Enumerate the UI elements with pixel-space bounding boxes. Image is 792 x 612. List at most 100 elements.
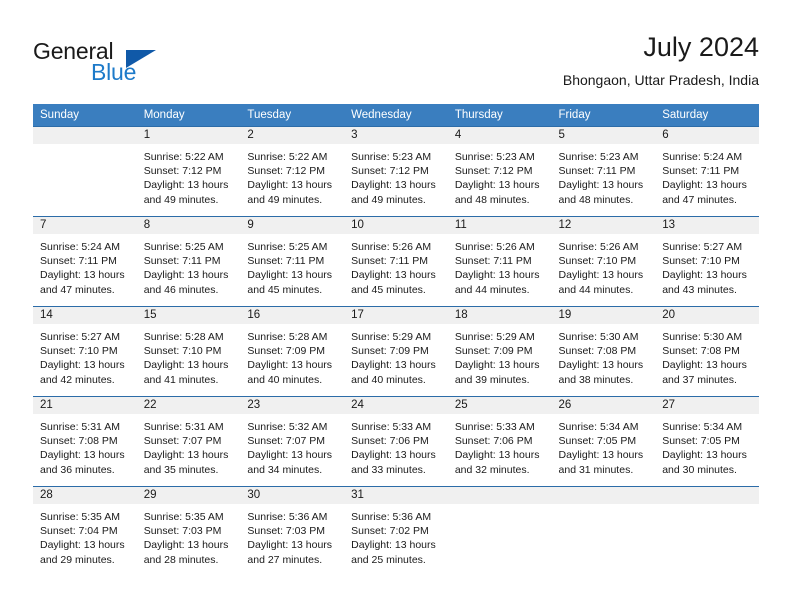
daylight-duration-line2: and 44 minutes. xyxy=(558,283,634,296)
calendar-day-cell[interactable]: 9 Sunrise: 5:25 AM Sunset: 7:11 PM Daylight… xyxy=(240,216,345,307)
day-cell-inner: 3 Sunrise: 5:23 AM Sunset: 7:12 PM Daylight… xyxy=(344,127,448,216)
logo-text-blue: Blue xyxy=(91,59,137,85)
daylight-duration-line1: Daylight: 13 hours xyxy=(662,359,747,372)
day-cell-inner: 30 Sunrise: 5:36 AM Sunset: 7:03 PM Dayligh… xyxy=(240,487,345,576)
weekday-header-saturday: Saturday xyxy=(655,104,759,127)
sunset-time: Sunset: 7:11 PM xyxy=(351,255,428,268)
calendar-day-cell[interactable]: 20 Sunrise: 5:30 AM Sunset: 7:08 PM Dayligh… xyxy=(655,306,759,397)
daylight-duration-line2: and 40 minutes. xyxy=(247,373,323,386)
calendar-day-cell[interactable]: 18 Sunrise: 5:29 AM Sunset: 7:09 PM Dayligh… xyxy=(447,306,552,397)
daylight-duration-line1: Daylight: 13 hours xyxy=(40,269,125,282)
day-number: 6 xyxy=(655,127,759,144)
sunrise-time: Sunrise: 5:27 AM xyxy=(662,241,743,253)
calendar-day-cell[interactable]: 5 Sunrise: 5:23 AM Sunset: 7:11 PM Daylight… xyxy=(551,126,656,217)
daylight-duration-line2: and 48 minutes. xyxy=(454,193,530,206)
weekday-header-friday: Friday xyxy=(551,104,656,127)
sunrise-time: Sunrise: 5:26 AM xyxy=(351,241,432,253)
calendar-day-cell[interactable]: 14 Sunrise: 5:27 AM Sunset: 7:10 PM Dayligh… xyxy=(33,306,137,397)
calendar-day-cell[interactable]: 17 Sunrise: 5:29 AM Sunset: 7:09 PM Dayligh… xyxy=(344,306,448,397)
daylight-duration-line2: and 32 minutes. xyxy=(454,463,530,476)
daylight-duration-line1: Daylight: 13 hours xyxy=(143,359,229,372)
calendar-day-cell[interactable]: 2 Sunrise: 5:22 AM Sunset: 7:12 PM Daylight… xyxy=(240,126,345,217)
day-number: 30 xyxy=(240,487,345,504)
calendar-day-cell[interactable]: 12 Sunrise: 5:26 AM Sunset: 7:10 PM Dayligh… xyxy=(551,216,656,307)
calendar-day-cell[interactable]: 7 Sunrise: 5:24 AM Sunset: 7:11 PM Daylight… xyxy=(33,216,137,307)
calendar-day-cell[interactable]: 6 Sunrise: 5:24 AM Sunset: 7:11 PM Daylight… xyxy=(655,126,759,217)
calendar-day-cell[interactable]: 1 Sunrise: 5:22 AM Sunset: 7:12 PM Daylight… xyxy=(136,126,241,217)
calendar-day-cell[interactable]: 22 Sunrise: 5:31 AM Sunset: 7:07 PM Dayligh… xyxy=(136,396,241,487)
sunset-time: Sunset: 7:06 PM xyxy=(351,435,429,448)
sunset-time: Sunset: 7:03 PM xyxy=(247,525,326,538)
calendar-day-cell[interactable]: 8 Sunrise: 5:25 AM Sunset: 7:11 PM Daylight… xyxy=(136,216,241,307)
sunrise-time: Sunrise: 5:30 AM xyxy=(662,331,743,343)
calendar-day-cell[interactable]: 11 Sunrise: 5:26 AM Sunset: 7:11 PM Dayligh… xyxy=(447,216,552,307)
calendar-day-cell[interactable]: 15 Sunrise: 5:28 AM Sunset: 7:10 PM Dayligh… xyxy=(136,306,241,397)
calendar-day-cell[interactable]: 3 Sunrise: 5:23 AM Sunset: 7:12 PM Daylight… xyxy=(344,126,448,217)
day-number: 27 xyxy=(655,397,759,414)
day-cell-inner: 29 Sunrise: 5:35 AM Sunset: 7:03 PM Dayligh… xyxy=(136,487,241,576)
calendar-week-row: 7 Sunrise: 5:24 AM Sunset: 7:11 PM Daylight… xyxy=(33,216,759,307)
calendar-day-cell[interactable]: 25 Sunrise: 5:33 AM Sunset: 7:06 PM Dayligh… xyxy=(447,396,552,487)
daylight-duration-line1: Daylight: 13 hours xyxy=(247,539,333,552)
sunset-time: Sunset: 7:10 PM xyxy=(558,255,637,268)
day-number: 16 xyxy=(240,307,345,324)
calendar-day-cell[interactable]: 24 Sunrise: 5:33 AM Sunset: 7:06 PM Dayligh… xyxy=(344,396,448,487)
day-cell-inner: 28 Sunrise: 5:35 AM Sunset: 7:04 PM Dayligh… xyxy=(33,487,137,576)
daylight-duration-line2: and 27 minutes. xyxy=(247,553,323,566)
day-details: Sunrise: 5:36 AM Sunset: 7:03 PM Daylight:… xyxy=(240,504,344,567)
sunrise-time: Sunrise: 5:24 AM xyxy=(662,151,743,163)
sunset-time: Sunset: 7:11 PM xyxy=(662,165,740,178)
day-details: Sunrise: 5:30 AM Sunset: 7:08 PM Daylight:… xyxy=(552,324,656,387)
page-title: July 2024 xyxy=(643,32,759,62)
sunset-time: Sunset: 7:11 PM xyxy=(247,255,325,268)
day-number: 26 xyxy=(551,397,656,414)
sunrise-time: Sunrise: 5:31 AM xyxy=(40,421,120,433)
daylight-duration-line2: and 36 minutes. xyxy=(40,463,115,476)
daylight-duration-line2: and 39 minutes. xyxy=(454,373,530,386)
calendar-day-cell[interactable]: 16 Sunrise: 5:28 AM Sunset: 7:09 PM Dayligh… xyxy=(240,306,345,397)
daylight-duration-line2: and 48 minutes. xyxy=(558,193,634,206)
sunrise-time: Sunrise: 5:26 AM xyxy=(454,241,535,253)
sunrise-time: Sunrise: 5:30 AM xyxy=(558,331,639,343)
calendar-day-cell[interactable]: 23 Sunrise: 5:32 AM Sunset: 7:07 PM Dayligh… xyxy=(240,396,345,487)
daylight-duration-line1: Daylight: 13 hours xyxy=(558,449,644,462)
daylight-duration-line1: Daylight: 13 hours xyxy=(454,179,540,192)
day-number: 7 xyxy=(33,217,137,234)
day-number: 19 xyxy=(551,307,656,324)
sunrise-time: Sunrise: 5:26 AM xyxy=(558,241,639,253)
day-cell-inner: 26 Sunrise: 5:34 AM Sunset: 7:05 PM Dayligh… xyxy=(551,397,656,486)
sunset-time: Sunset: 7:12 PM xyxy=(143,165,222,178)
calendar-day-cell[interactable]: 27 Sunrise: 5:34 AM Sunset: 7:05 PM Dayligh… xyxy=(655,396,759,487)
day-details: Sunrise: 5:35 AM Sunset: 7:03 PM Daylight:… xyxy=(137,504,241,567)
calendar-day-cell[interactable]: 19 Sunrise: 5:30 AM Sunset: 7:08 PM Dayligh… xyxy=(551,306,656,397)
day-number: 21 xyxy=(33,397,137,414)
daylight-duration-line1: Daylight: 13 hours xyxy=(247,359,333,372)
day-number: 5 xyxy=(551,127,656,144)
sunset-time: Sunset: 7:10 PM xyxy=(40,345,118,358)
calendar-day-cell[interactable]: 4 Sunrise: 5:23 AM Sunset: 7:12 PM Daylight… xyxy=(447,126,552,217)
calendar-day-cell[interactable]: 10 Sunrise: 5:26 AM Sunset: 7:11 PM Dayligh… xyxy=(344,216,448,307)
day-cell-inner: 13 Sunrise: 5:27 AM Sunset: 7:10 PM Dayligh… xyxy=(655,217,759,306)
sunset-time: Sunset: 7:10 PM xyxy=(662,255,740,268)
day-number: 17 xyxy=(344,307,448,324)
calendar-day-cell[interactable]: 26 Sunrise: 5:34 AM Sunset: 7:05 PM Dayligh… xyxy=(551,396,656,487)
day-cell-inner: 9 Sunrise: 5:25 AM Sunset: 7:11 PM Daylight… xyxy=(240,217,345,306)
daylight-duration-line1: Daylight: 13 hours xyxy=(662,449,747,462)
day-cell-inner: 10 Sunrise: 5:26 AM Sunset: 7:11 PM Dayligh… xyxy=(344,217,448,306)
calendar-day-cell[interactable]: 28 Sunrise: 5:35 AM Sunset: 7:04 PM Dayligh… xyxy=(33,486,137,576)
day-details: Sunrise: 5:26 AM Sunset: 7:11 PM Daylight:… xyxy=(344,234,448,297)
calendar-day-cell[interactable]: 31 Sunrise: 5:36 AM Sunset: 7:02 PM Dayligh… xyxy=(344,486,448,576)
calendar-day-cell[interactable]: 13 Sunrise: 5:27 AM Sunset: 7:10 PM Dayligh… xyxy=(655,216,759,307)
daylight-duration-line2: and 49 minutes. xyxy=(351,193,426,206)
daylight-duration-line2: and 45 minutes. xyxy=(351,283,426,296)
day-cell-inner: 1 Sunrise: 5:22 AM Sunset: 7:12 PM Daylight… xyxy=(136,127,241,216)
daylight-duration-line2: and 31 minutes. xyxy=(558,463,634,476)
day-cell-inner: 16 Sunrise: 5:28 AM Sunset: 7:09 PM Dayligh… xyxy=(240,307,345,396)
calendar-day-cell[interactable]: 29 Sunrise: 5:35 AM Sunset: 7:03 PM Dayligh… xyxy=(136,486,241,576)
calendar-day-cell[interactable]: 21 Sunrise: 5:31 AM Sunset: 7:08 PM Dayligh… xyxy=(33,396,137,487)
day-details: Sunrise: 5:24 AM Sunset: 7:11 PM Daylight:… xyxy=(33,234,137,297)
calendar-day-cell-empty xyxy=(33,126,137,217)
daylight-duration-line1: Daylight: 13 hours xyxy=(454,449,540,462)
calendar-table: Sunday Monday Tuesday Wednesday Thursday Frid… xyxy=(33,104,759,576)
calendar-day-cell[interactable]: 30 Sunrise: 5:36 AM Sunset: 7:03 PM Dayligh… xyxy=(240,486,345,576)
